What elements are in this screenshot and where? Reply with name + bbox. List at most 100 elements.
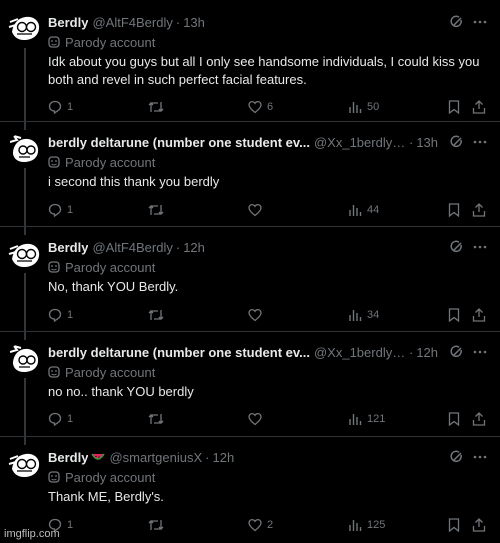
parody-text: Parody account xyxy=(65,34,156,50)
like-icon xyxy=(248,203,262,217)
repost-icon xyxy=(148,205,164,215)
more-icon[interactable] xyxy=(472,240,488,254)
display-name[interactable]: berdly deltarune (number one student ev.… xyxy=(48,135,310,150)
share-icon[interactable] xyxy=(472,308,486,322)
timestamp[interactable]: 13h xyxy=(416,135,438,150)
thread-line xyxy=(24,168,26,227)
action-bar: 1 2 125 xyxy=(48,515,492,535)
avatar[interactable] xyxy=(8,237,42,271)
parody-text: Parody account xyxy=(65,154,156,170)
tweet[interactable]: berdly deltarune (number one student ev.… xyxy=(0,122,500,227)
grok-icon[interactable] xyxy=(450,240,464,254)
tweet-text: i second this thank you berdly xyxy=(48,174,220,189)
handle[interactable]: @Xx_1berdly1_... xyxy=(314,135,406,150)
views-count: 34 xyxy=(367,309,380,321)
like-icon xyxy=(248,412,262,426)
handle[interactable]: @AltF4Berdly xyxy=(92,240,172,255)
timestamp[interactable]: 12h xyxy=(213,450,235,465)
parody-mask-icon xyxy=(48,36,60,48)
thread-line xyxy=(24,122,26,130)
bookmark-icon[interactable] xyxy=(448,203,460,217)
separator-dot: · xyxy=(408,344,414,360)
thread-line xyxy=(24,378,26,437)
avatar[interactable] xyxy=(8,10,42,44)
tweet[interactable]: Berdly @smartgeniusX · 12h Parody accoun… xyxy=(0,437,500,543)
views-button[interactable]: 121 xyxy=(348,409,385,429)
views-count: 44 xyxy=(367,204,380,216)
repost-button[interactable] xyxy=(148,515,169,535)
display-name[interactable]: Berdly xyxy=(48,240,88,255)
timestamp[interactable]: 13h xyxy=(183,15,205,30)
parody-text: Parody account xyxy=(65,469,156,485)
like-icon xyxy=(248,518,262,532)
views-icon xyxy=(349,520,362,531)
reply-button[interactable]: 1 xyxy=(48,200,73,220)
handle[interactable]: @smartgeniusX xyxy=(109,450,202,465)
more-icon[interactable] xyxy=(472,345,488,359)
grok-icon[interactable] xyxy=(450,15,464,29)
like-button[interactable] xyxy=(248,200,267,220)
share-icon[interactable] xyxy=(472,412,486,426)
parody-mask-icon xyxy=(48,366,60,378)
like-button[interactable]: 2 xyxy=(248,515,273,535)
bookmark-icon[interactable] xyxy=(448,100,460,114)
tweet-text: Thank ME, Berdly's. xyxy=(48,489,164,504)
like-button[interactable] xyxy=(248,305,267,325)
grok-icon[interactable] xyxy=(450,450,464,464)
more-icon[interactable] xyxy=(472,135,488,149)
bookmark-icon[interactable] xyxy=(448,308,460,322)
action-bar: 1 44 xyxy=(48,200,492,220)
views-button[interactable]: 50 xyxy=(348,97,379,117)
repost-button[interactable] xyxy=(148,97,169,117)
bookmark-icon[interactable] xyxy=(448,518,460,532)
handle[interactable]: @AltF4Berdly xyxy=(92,15,172,30)
grok-icon[interactable] xyxy=(450,345,464,359)
more-icon[interactable] xyxy=(472,450,488,464)
parody-label: Parody account xyxy=(48,257,490,277)
action-bar: 1 6 50 xyxy=(48,97,492,117)
thread-line xyxy=(24,227,26,235)
like-button[interactable] xyxy=(248,409,267,429)
repost-icon xyxy=(148,102,164,112)
share-icon[interactable] xyxy=(472,518,486,532)
display-name[interactable]: Berdly xyxy=(48,15,88,30)
thread-line xyxy=(24,332,26,340)
share-icon[interactable] xyxy=(472,100,486,114)
bookmark-icon[interactable] xyxy=(448,412,460,426)
display-name[interactable]: Berdly xyxy=(48,450,88,465)
views-button[interactable]: 34 xyxy=(348,305,379,325)
views-icon xyxy=(349,414,362,425)
display-name[interactable]: berdly deltarune (number one student ev.… xyxy=(48,345,310,360)
tweet[interactable]: Berdly @AltF4Berdly · 13h Parody account… xyxy=(0,0,500,122)
parody-label: Parody account xyxy=(48,362,490,382)
tweet[interactable]: Berdly @AltF4Berdly · 12h Parody account… xyxy=(0,227,500,332)
repost-button[interactable] xyxy=(148,409,169,429)
avatar[interactable] xyxy=(8,342,42,376)
reply-button[interactable]: 1 xyxy=(48,305,73,325)
separator-dot: · xyxy=(408,134,414,150)
avatar[interactable] xyxy=(8,447,42,481)
handle[interactable]: @Xx_1berdly1_... xyxy=(314,345,406,360)
repost-button[interactable] xyxy=(148,305,169,325)
thread-line xyxy=(24,273,26,332)
parody-mask-icon xyxy=(48,261,60,273)
separator-dot: · xyxy=(175,239,181,255)
grok-icon[interactable] xyxy=(450,135,464,149)
views-button[interactable]: 44 xyxy=(348,200,379,220)
reply-count: 1 xyxy=(67,101,74,113)
parody-mask-icon xyxy=(48,156,60,168)
thread-line xyxy=(24,437,26,445)
reply-button[interactable]: 1 xyxy=(48,409,73,429)
share-icon[interactable] xyxy=(472,203,486,217)
more-icon[interactable] xyxy=(472,15,488,29)
tweet-header: Berdly @AltF4Berdly · 13h xyxy=(48,12,490,32)
views-button[interactable]: 125 xyxy=(348,515,385,535)
views-count: 121 xyxy=(367,413,386,425)
tweet[interactable]: berdly deltarune (number one student ev.… xyxy=(0,332,500,437)
repost-button[interactable] xyxy=(148,200,169,220)
reply-button[interactable]: 1 xyxy=(48,97,73,117)
like-button[interactable]: 6 xyxy=(248,97,273,117)
timestamp[interactable]: 12h xyxy=(416,345,438,360)
avatar[interactable] xyxy=(8,132,42,166)
timestamp[interactable]: 12h xyxy=(183,240,205,255)
